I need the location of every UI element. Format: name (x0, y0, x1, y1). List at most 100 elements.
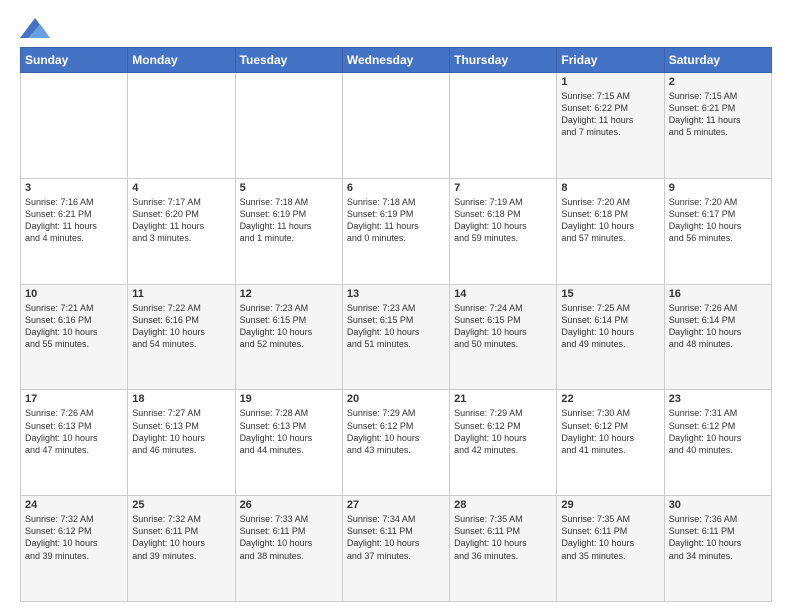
calendar-cell: 12 Sunrise: 7:23 AM Sunset: 6:15 PM Dayli… (235, 284, 342, 390)
calendar-cell: 29Sunrise: 7:35 AM Sunset: 6:11 PM Dayli… (557, 496, 664, 602)
day-info: Sunrise: 7:26 AM Sunset: 6:14 PM Dayligh… (669, 302, 767, 351)
calendar-cell: 27 Sunrise: 7:34 AM Sunset: 6:11 PM Dayli… (342, 496, 449, 602)
calendar-cell: 9 Sunrise: 7:20 AM Sunset: 6:17 PM Daylig… (664, 178, 771, 284)
calendar-cell (21, 73, 128, 179)
day-number: 15 (561, 288, 659, 300)
day-info: Sunrise: 7:15 AM Sunset: 6:21 PM Dayligh… (669, 90, 767, 139)
weekday-header-friday: Friday (557, 48, 664, 73)
day-number: 28 (454, 499, 552, 511)
day-number: 17 (25, 393, 123, 405)
day-info: Sunrise: 7:17 AM Sunset: 6:20 PM Dayligh… (132, 196, 230, 245)
calendar-cell: 24 Sunrise: 7:32 AM Sunset: 6:12 PM Dayli… (21, 496, 128, 602)
day-number: 16 (669, 288, 767, 300)
day-number: 5 (240, 182, 338, 194)
calendar-header-row: SundayMondayTuesdayWednesdayThursdayFrid… (21, 48, 772, 73)
calendar-week-5: 24 Sunrise: 7:32 AM Sunset: 6:12 PM Dayli… (21, 496, 772, 602)
weekday-header-wednesday: Wednesday (342, 48, 449, 73)
day-info: Sunrise: 7:36 AM Sunset: 6:11 PM Dayligh… (669, 513, 767, 562)
weekday-header-saturday: Saturday (664, 48, 771, 73)
calendar-cell: 7 Sunrise: 7:19 AM Sunset: 6:18 PM Daylig… (450, 178, 557, 284)
day-number: 25 (132, 499, 230, 511)
weekday-header-tuesday: Tuesday (235, 48, 342, 73)
calendar-cell: 18 Sunrise: 7:27 AM Sunset: 6:13 PM Dayli… (128, 390, 235, 496)
calendar-cell: 25 Sunrise: 7:32 AM Sunset: 6:11 PM Dayli… (128, 496, 235, 602)
weekday-header-sunday: Sunday (21, 48, 128, 73)
calendar-cell: 13 Sunrise: 7:23 AM Sunset: 6:15 PM Dayli… (342, 284, 449, 390)
calendar-cell: 2 Sunrise: 7:15 AM Sunset: 6:21 PM Daylig… (664, 73, 771, 179)
day-info: Sunrise: 7:23 AM Sunset: 6:15 PM Dayligh… (347, 302, 445, 351)
day-number: 6 (347, 182, 445, 194)
day-info: Sunrise: 7:19 AM Sunset: 6:18 PM Dayligh… (454, 196, 552, 245)
calendar-cell: 28 Sunrise: 7:35 AM Sunset: 6:11 PM Dayli… (450, 496, 557, 602)
day-info: Sunrise: 7:24 AM Sunset: 6:15 PM Dayligh… (454, 302, 552, 351)
day-number: 23 (669, 393, 767, 405)
calendar-cell: 4 Sunrise: 7:17 AM Sunset: 6:20 PM Daylig… (128, 178, 235, 284)
day-number: 19 (240, 393, 338, 405)
calendar-week-1: 1Sunrise: 7:15 AM Sunset: 6:22 PM Daylig… (21, 73, 772, 179)
day-number: 11 (132, 288, 230, 300)
day-number: 29 (561, 499, 659, 511)
day-info: Sunrise: 7:25 AM Sunset: 6:14 PM Dayligh… (561, 302, 659, 351)
day-number: 4 (132, 182, 230, 194)
calendar-week-4: 17Sunrise: 7:26 AM Sunset: 6:13 PM Dayli… (21, 390, 772, 496)
calendar-cell: 11 Sunrise: 7:22 AM Sunset: 6:16 PM Dayli… (128, 284, 235, 390)
day-info: Sunrise: 7:16 AM Sunset: 6:21 PM Dayligh… (25, 196, 123, 245)
day-info: Sunrise: 7:18 AM Sunset: 6:19 PM Dayligh… (240, 196, 338, 245)
day-number: 18 (132, 393, 230, 405)
day-info: Sunrise: 7:35 AM Sunset: 6:11 PM Dayligh… (454, 513, 552, 562)
calendar-cell: 23 Sunrise: 7:31 AM Sunset: 6:12 PM Dayli… (664, 390, 771, 496)
weekday-header-monday: Monday (128, 48, 235, 73)
day-info: Sunrise: 7:30 AM Sunset: 6:12 PM Dayligh… (561, 407, 659, 456)
calendar-cell (450, 73, 557, 179)
day-info: Sunrise: 7:27 AM Sunset: 6:13 PM Dayligh… (132, 407, 230, 456)
day-number: 12 (240, 288, 338, 300)
calendar-cell: 17Sunrise: 7:26 AM Sunset: 6:13 PM Dayli… (21, 390, 128, 496)
day-number: 22 (561, 393, 659, 405)
calendar-cell: 15 Sunrise: 7:25 AM Sunset: 6:14 PM Dayli… (557, 284, 664, 390)
calendar-cell: 10 Sunrise: 7:21 AM Sunset: 6:16 PM Dayli… (21, 284, 128, 390)
day-info: Sunrise: 7:29 AM Sunset: 6:12 PM Dayligh… (347, 407, 445, 456)
day-info: Sunrise: 7:22 AM Sunset: 6:16 PM Dayligh… (132, 302, 230, 351)
day-info: Sunrise: 7:20 AM Sunset: 6:18 PM Dayligh… (561, 196, 659, 245)
calendar-table: SundayMondayTuesdayWednesdayThursdayFrid… (20, 47, 772, 602)
day-number: 27 (347, 499, 445, 511)
day-number: 10 (25, 288, 123, 300)
day-number: 13 (347, 288, 445, 300)
day-info: Sunrise: 7:28 AM Sunset: 6:13 PM Dayligh… (240, 407, 338, 456)
day-number: 20 (347, 393, 445, 405)
day-info: Sunrise: 7:18 AM Sunset: 6:19 PM Dayligh… (347, 196, 445, 245)
day-number: 21 (454, 393, 552, 405)
calendar-cell: 8Sunrise: 7:20 AM Sunset: 6:18 PM Daylig… (557, 178, 664, 284)
day-info: Sunrise: 7:34 AM Sunset: 6:11 PM Dayligh… (347, 513, 445, 562)
day-number: 2 (669, 76, 767, 88)
day-info: Sunrise: 7:20 AM Sunset: 6:17 PM Dayligh… (669, 196, 767, 245)
day-number: 3 (25, 182, 123, 194)
calendar-cell: 1Sunrise: 7:15 AM Sunset: 6:22 PM Daylig… (557, 73, 664, 179)
calendar-cell: 20 Sunrise: 7:29 AM Sunset: 6:12 PM Dayli… (342, 390, 449, 496)
calendar-cell (235, 73, 342, 179)
day-info: Sunrise: 7:29 AM Sunset: 6:12 PM Dayligh… (454, 407, 552, 456)
day-info: Sunrise: 7:21 AM Sunset: 6:16 PM Dayligh… (25, 302, 123, 351)
calendar-cell (342, 73, 449, 179)
day-number: 7 (454, 182, 552, 194)
calendar-cell: 14 Sunrise: 7:24 AM Sunset: 6:15 PM Dayli… (450, 284, 557, 390)
day-info: Sunrise: 7:15 AM Sunset: 6:22 PM Dayligh… (561, 90, 659, 139)
day-info: Sunrise: 7:33 AM Sunset: 6:11 PM Dayligh… (240, 513, 338, 562)
day-info: Sunrise: 7:23 AM Sunset: 6:15 PM Dayligh… (240, 302, 338, 351)
day-number: 14 (454, 288, 552, 300)
page: SundayMondayTuesdayWednesdayThursdayFrid… (0, 0, 792, 612)
weekday-header-thursday: Thursday (450, 48, 557, 73)
day-number: 24 (25, 499, 123, 511)
logo-icon (20, 18, 50, 38)
calendar-cell: 22 Sunrise: 7:30 AM Sunset: 6:12 PM Dayli… (557, 390, 664, 496)
day-number: 9 (669, 182, 767, 194)
calendar-cell: 30Sunrise: 7:36 AM Sunset: 6:11 PM Dayli… (664, 496, 771, 602)
calendar-cell: 21 Sunrise: 7:29 AM Sunset: 6:12 PM Dayli… (450, 390, 557, 496)
day-number: 26 (240, 499, 338, 511)
header (20, 16, 772, 39)
calendar-cell: 26 Sunrise: 7:33 AM Sunset: 6:11 PM Dayli… (235, 496, 342, 602)
day-info: Sunrise: 7:31 AM Sunset: 6:12 PM Dayligh… (669, 407, 767, 456)
day-info: Sunrise: 7:32 AM Sunset: 6:12 PM Dayligh… (25, 513, 123, 562)
day-info: Sunrise: 7:32 AM Sunset: 6:11 PM Dayligh… (132, 513, 230, 562)
calendar-cell (128, 73, 235, 179)
